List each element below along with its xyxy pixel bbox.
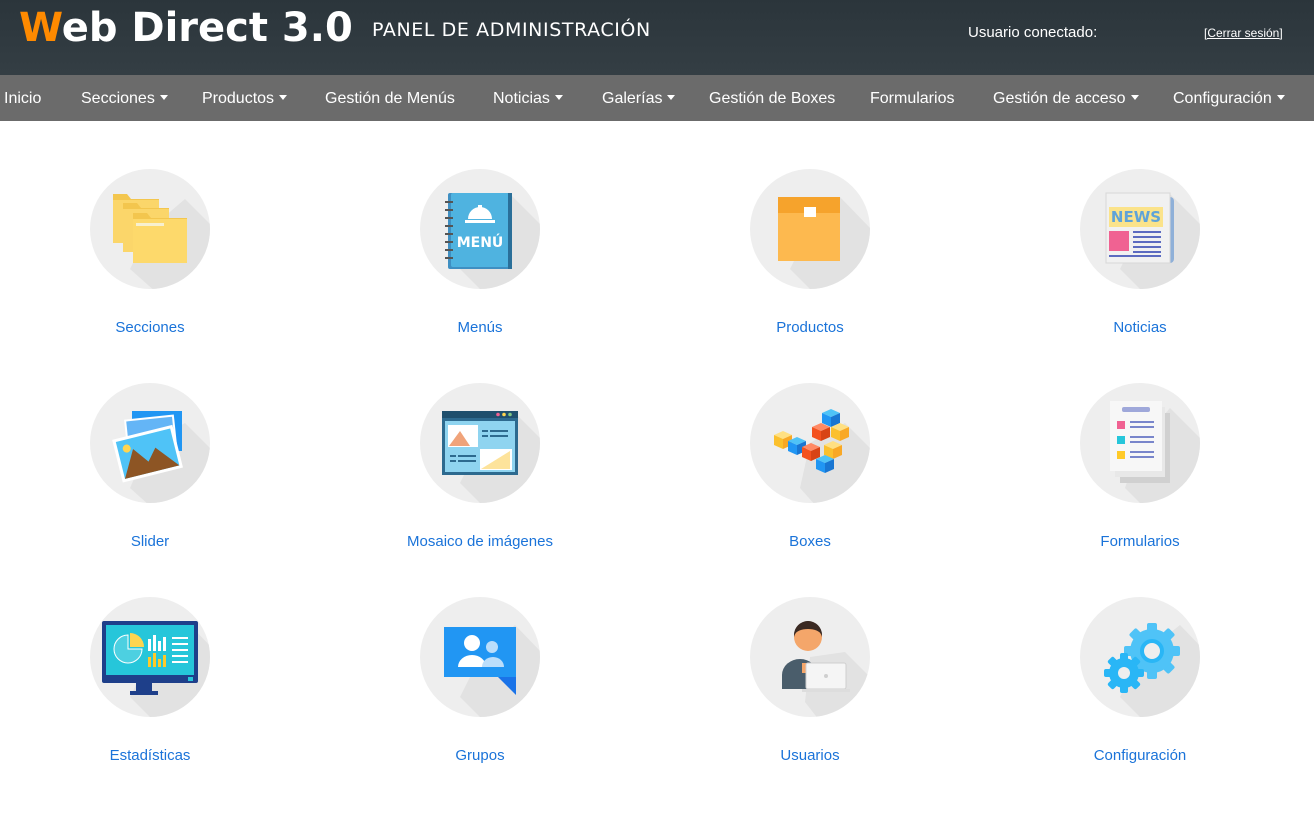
nav-item-inicio[interactable]: Inicio bbox=[4, 75, 41, 121]
tile-label: Productos bbox=[776, 319, 844, 336]
nav-item-label: Inicio bbox=[4, 90, 42, 107]
svg-text:MENÚ: MENÚ bbox=[457, 233, 504, 251]
nav-item-label: Noticias bbox=[493, 90, 550, 107]
tile-label: Noticias bbox=[1113, 319, 1167, 336]
nav-item-configuracion[interactable]: Configuración bbox=[1173, 75, 1285, 121]
tile-label: Usuarios bbox=[780, 747, 840, 764]
tile-label: Formularios bbox=[1100, 533, 1180, 550]
nav-item-label: Gestión de Menús bbox=[325, 90, 455, 107]
nav-item-galerias[interactable]: Galerías bbox=[602, 75, 676, 121]
tile-label: Menús bbox=[457, 319, 503, 336]
tile-noticias[interactable]: NEWS Noticias bbox=[990, 169, 1290, 359]
tile-productos[interactable]: Productos bbox=[660, 169, 960, 359]
nav-item-label: Gestión de Boxes bbox=[709, 90, 836, 107]
stats-monitor-icon bbox=[90, 597, 210, 717]
logo-initial: W bbox=[19, 5, 62, 51]
menu-book-icon: MENÚ bbox=[420, 169, 540, 289]
tile-label: Grupos bbox=[455, 747, 505, 764]
user-laptop-icon bbox=[750, 597, 870, 717]
caret-down-icon bbox=[667, 95, 676, 100]
tile-label: Mosaico de imágenes bbox=[407, 533, 553, 550]
tile-label: Configuración bbox=[1093, 747, 1187, 764]
panel-title: PANEL DE ADMINISTRACIÓN bbox=[372, 19, 651, 41]
tile-menus[interactable]: MENÚ Menús bbox=[330, 169, 630, 359]
tile-label: Secciones bbox=[115, 319, 185, 336]
nav-item-label: Productos bbox=[202, 90, 275, 107]
tile-label: Boxes bbox=[789, 533, 831, 550]
caret-down-icon bbox=[1130, 95, 1139, 100]
nav-item-label: Formularios bbox=[870, 90, 955, 107]
tile-mosaico[interactable]: Mosaico de imágenes bbox=[330, 383, 630, 573]
nav-item-formularios[interactable]: Formularios bbox=[870, 75, 954, 121]
cubes-icon bbox=[750, 383, 870, 503]
connected-user-label: Usuario conectado: bbox=[968, 24, 1098, 41]
nav-item-gestion-menus[interactable]: Gestión de Menús bbox=[325, 75, 455, 121]
nav-item-secciones[interactable]: Secciones bbox=[81, 75, 168, 121]
caret-down-icon bbox=[1276, 95, 1285, 100]
tile-estadisticas[interactable]: Estadísticas bbox=[0, 597, 300, 787]
nav-item-label: Galerías bbox=[602, 90, 663, 107]
folders-icon bbox=[90, 169, 210, 289]
logo[interactable]: Web Direct 3.0 bbox=[19, 5, 353, 51]
nav-item-label: Gestión de acceso bbox=[993, 90, 1126, 107]
caret-down-icon bbox=[554, 95, 563, 100]
nav-item-label: Secciones bbox=[81, 90, 155, 107]
tile-label: Slider bbox=[130, 533, 170, 550]
mosaic-icon bbox=[420, 383, 540, 503]
app-header: Web Direct 3.0 PANEL DE ADMINISTRACIÓN U… bbox=[0, 0, 1314, 75]
nav-item-label: Configuración bbox=[1173, 90, 1272, 107]
tile-slider[interactable]: Slider bbox=[0, 383, 300, 573]
logo-text: eb Direct 3.0 bbox=[61, 5, 353, 51]
gears-icon bbox=[1080, 597, 1200, 717]
caret-down-icon bbox=[279, 95, 288, 100]
tile-formularios[interactable]: Formularios bbox=[990, 383, 1290, 573]
photos-icon bbox=[90, 383, 210, 503]
newspaper-icon: NEWS bbox=[1080, 169, 1200, 289]
nav-item-gestion-acceso[interactable]: Gestión de acceso bbox=[993, 75, 1139, 121]
forms-icon bbox=[1080, 383, 1200, 503]
box-icon bbox=[750, 169, 870, 289]
nav-item-gestion-boxes[interactable]: Gestión de Boxes bbox=[709, 75, 835, 121]
logout-wrapper: [Cerrar sesión] bbox=[1204, 26, 1283, 40]
tile-grupos[interactable]: Grupos bbox=[330, 597, 630, 787]
caret-down-icon bbox=[159, 95, 168, 100]
main-navbar: Inicio Secciones Productos Gestión de Me… bbox=[0, 75, 1314, 121]
tile-boxes[interactable]: Boxes bbox=[660, 383, 960, 573]
tile-usuarios[interactable]: Usuarios bbox=[660, 597, 960, 787]
groups-icon bbox=[420, 597, 540, 717]
nav-item-productos[interactable]: Productos bbox=[202, 75, 288, 121]
nav-item-noticias[interactable]: Noticias bbox=[493, 75, 563, 121]
tile-secciones[interactable]: Secciones bbox=[0, 169, 300, 359]
tile-label: Estadísticas bbox=[109, 747, 191, 764]
logout-link[interactable]: [Cerrar sesión] bbox=[1204, 26, 1283, 40]
tile-configuracion[interactable]: Configuración bbox=[990, 597, 1290, 787]
svg-text:NEWS: NEWS bbox=[1111, 208, 1161, 226]
